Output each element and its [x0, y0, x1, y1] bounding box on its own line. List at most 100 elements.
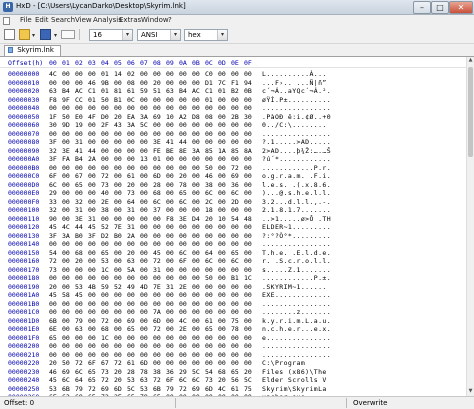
hex-byte[interactable]: 00 — [140, 351, 148, 359]
hex-byte[interactable]: 53 — [101, 257, 109, 265]
hex-byte[interactable]: 20 — [127, 181, 135, 189]
hex-byte[interactable]: 00 — [49, 351, 57, 359]
hex-byte[interactable]: 00 — [88, 325, 96, 333]
hex-byte[interactable]: 45 — [153, 249, 161, 257]
hex-byte[interactable]: 00 — [114, 206, 122, 214]
vertical-scrollbar[interactable]: ▲ ▼ — [466, 57, 474, 396]
hex-byte[interactable]: 00 — [205, 334, 213, 342]
hex-byte[interactable]: 00 — [231, 104, 239, 112]
hex-byte[interactable]: 3F — [49, 138, 57, 146]
hex-byte[interactable]: 73 — [101, 181, 109, 189]
hex-byte[interactable]: 65 — [49, 334, 57, 342]
hex-byte[interactable]: 00 — [101, 240, 109, 248]
ascii-text[interactable]: .PàOÐ ê:i.¢Ø..+0 — [262, 113, 331, 121]
ascii-text[interactable]: ................ — [262, 130, 331, 138]
hex-byte[interactable]: 00 — [62, 130, 70, 138]
document-icon[interactable] — [3, 17, 10, 25]
hex-byte[interactable]: 65 — [205, 325, 213, 333]
hex-byte[interactable]: 00 — [244, 334, 252, 342]
hex-byte[interactable]: 00 — [205, 351, 213, 359]
hex-byte[interactable]: 00 — [179, 351, 187, 359]
hex-byte[interactable]: 00 — [88, 300, 96, 308]
hex-byte[interactable]: 1C — [244, 274, 252, 282]
hex-byte[interactable]: 13 — [140, 155, 148, 163]
hex-byte[interactable]: 00 — [179, 164, 187, 172]
hex-byte[interactable]: 00 — [166, 266, 174, 274]
hex-byte[interactable]: 00 — [62, 104, 70, 112]
hex-byte[interactable]: 32 — [49, 206, 57, 214]
hex-byte[interactable]: 56 — [231, 376, 239, 384]
hex-byte[interactable]: 00 — [205, 283, 213, 291]
hex-byte[interactable]: EA — [127, 113, 135, 121]
hex-byte[interactable]: 00 — [166, 257, 174, 265]
hex-byte[interactable]: 37 — [153, 206, 161, 214]
hex-byte[interactable]: 50 — [62, 113, 70, 121]
hex-byte[interactable]: 65 — [231, 249, 239, 257]
hex-byte[interactable]: 00 — [218, 181, 226, 189]
hex-byte[interactable]: 41 — [166, 138, 174, 146]
hex-byte[interactable]: 6F — [88, 359, 96, 367]
hex-byte[interactable]: 00 — [140, 342, 148, 350]
hex-byte[interactable]: 00 — [140, 266, 148, 274]
hex-byte[interactable]: 00 — [88, 164, 96, 172]
hex-byte[interactable]: 61 — [231, 385, 239, 393]
hex-byte[interactable]: 00 — [205, 155, 213, 163]
hex-byte[interactable]: 00 — [101, 164, 109, 172]
hex-byte[interactable]: 00 — [114, 164, 122, 172]
hex-byte[interactable]: 73 — [205, 376, 213, 384]
hex-byte[interactable]: 00 — [244, 308, 252, 316]
hex-byte[interactable]: 00 — [231, 70, 239, 78]
hex-byte[interactable]: 00 — [179, 300, 187, 308]
hex-byte[interactable]: 00 — [218, 334, 226, 342]
hex-byte[interactable]: 00 — [218, 138, 226, 146]
hex-byte[interactable]: 6D — [205, 385, 213, 393]
hex-byte[interactable]: 0C — [127, 96, 135, 104]
hex-byte[interactable]: 00 — [140, 223, 148, 231]
hex-byte[interactable]: 18 — [205, 206, 213, 214]
hex-byte[interactable]: 65 — [88, 376, 96, 384]
hex-byte[interactable]: 00 — [140, 317, 148, 325]
hex-byte[interactable]: 20 — [75, 257, 83, 265]
hex-byte[interactable]: 00 — [153, 274, 161, 282]
hex-byte[interactable]: 00 — [114, 274, 122, 282]
hex-byte[interactable]: 00 — [192, 351, 200, 359]
hex-byte[interactable]: 00 — [153, 96, 161, 104]
hex-byte[interactable]: 00 — [140, 164, 148, 172]
hex-byte[interactable]: 2A — [127, 232, 135, 240]
new-file-icon[interactable] — [4, 29, 15, 40]
hex-byte[interactable]: 00 — [88, 317, 96, 325]
hex-byte[interactable]: 00 — [205, 138, 213, 146]
hex-byte[interactable]: 00 — [127, 351, 135, 359]
hex-byte[interactable]: 44 — [88, 147, 96, 155]
hex-byte[interactable]: 00 — [62, 138, 70, 146]
hex-byte[interactable]: CC — [75, 96, 83, 104]
hex-byte[interactable]: 6C — [179, 249, 187, 257]
hex-byte[interactable]: 00 — [140, 300, 148, 308]
hex-byte[interactable]: 50 — [101, 96, 109, 104]
hex-byte[interactable]: 00 — [88, 181, 96, 189]
hex-byte[interactable]: 00 — [192, 79, 200, 87]
hex-byte[interactable]: 00 — [205, 342, 213, 350]
hex-byte[interactable]: 08 — [127, 79, 135, 87]
ascii-text[interactable]: ............P.±. — [262, 274, 331, 282]
hex-byte[interactable]: 00 — [166, 325, 174, 333]
hex-byte[interactable]: 00 — [88, 249, 96, 257]
hex-byte[interactable]: 00 — [179, 232, 187, 240]
hex-byte[interactable]: 00 — [218, 325, 226, 333]
hex-byte[interactable]: 64 — [75, 376, 83, 384]
hex-byte[interactable]: 00 — [114, 300, 122, 308]
hex-byte[interactable]: 00 — [114, 334, 122, 342]
hex-byte[interactable]: 41 — [75, 147, 83, 155]
chevron-down-icon[interactable]: ▾ — [217, 30, 227, 40]
hex-byte[interactable]: 00 — [140, 206, 148, 214]
hex-byte[interactable]: 00 — [179, 121, 187, 129]
hex-byte[interactable]: 00 — [166, 351, 174, 359]
hex-byte[interactable]: 00 — [192, 232, 200, 240]
hex-byte[interactable]: 1C — [101, 266, 109, 274]
hex-byte[interactable]: 65 — [179, 189, 187, 197]
hex-editor[interactable]: Offset(h) 00 01 02 03 04 05 06 07 08 09 0A 0B 0C 0D 0E… — [0, 57, 466, 401]
hex-byte[interactable]: 00 — [75, 342, 83, 350]
hex-byte[interactable]: 00 — [192, 70, 200, 78]
ascii-text[interactable]: s.....Z.1....... — [262, 266, 331, 274]
hex-byte[interactable]: 00 — [244, 155, 252, 163]
